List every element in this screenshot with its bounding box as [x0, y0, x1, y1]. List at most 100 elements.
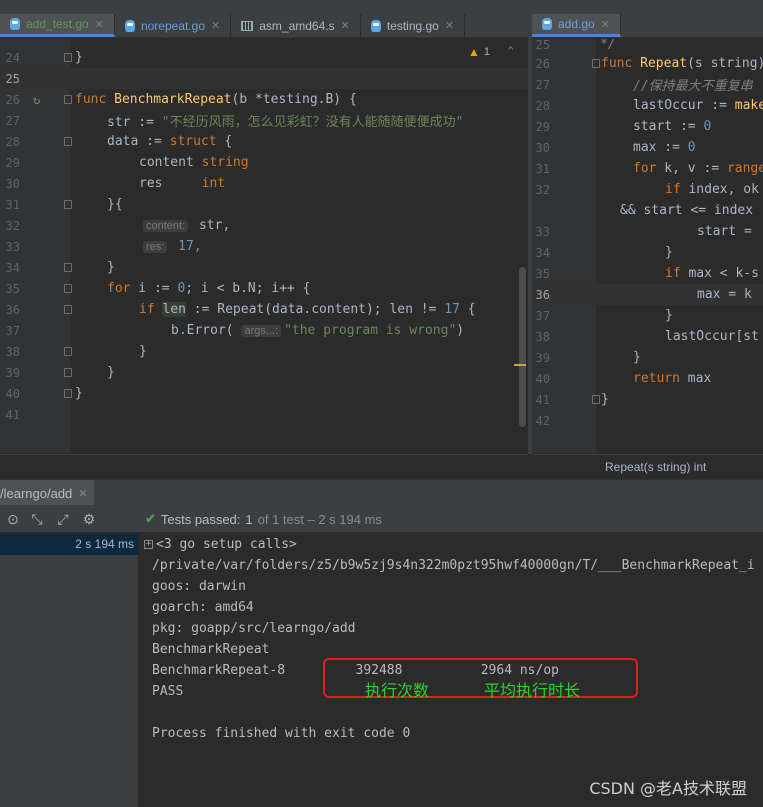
code-line: 34 } — [532, 242, 763, 263]
show-passed-icon[interactable]: ⊙ — [4, 510, 22, 528]
code-line: 38 lastOccur[st — [532, 326, 763, 347]
fold-marker-icon[interactable] — [64, 200, 72, 209]
line-number: 27 — [535, 77, 550, 92]
annotation-run-count: 执行次数 — [365, 681, 430, 700]
code-line: 37 b.Error( args...: "the program is wron… — [0, 320, 528, 341]
line-number: 25 — [5, 71, 20, 86]
code-text: lastOccur := make — [633, 98, 763, 113]
code-text: //保持最大不重复串 — [633, 79, 753, 94]
run-config-label: /learngo/add — [0, 485, 73, 501]
run-config-tab[interactable]: /learngo/add ✕ — [0, 480, 94, 506]
code-text: } — [107, 260, 115, 275]
tests-passed-label: Tests passed: — [160, 511, 241, 527]
code-text: for k, v := range — [633, 161, 763, 176]
close-icon[interactable]: ✕ — [78, 487, 87, 500]
code-line: 27 //保持最大不重复串 — [532, 74, 763, 95]
line-number: 25 — [535, 39, 550, 52]
code-line: 33 start = — [532, 221, 763, 242]
code-line: 41 } — [532, 389, 763, 410]
code-line: 38 } — [0, 341, 528, 362]
line-number: 41 — [5, 407, 20, 422]
expand-all-icon[interactable]: ⤢ — [54, 510, 72, 528]
fold-marker-icon[interactable] — [64, 347, 72, 356]
close-icon[interactable]: ✕ — [601, 18, 610, 31]
fold-marker-icon[interactable] — [64, 284, 72, 293]
breadcrumb[interactable]: Repeat(s string) int — [532, 454, 763, 478]
code-line: 37 } — [532, 305, 763, 326]
console-line: goarch: amd64 — [152, 600, 254, 615]
fold-marker-icon[interactable] — [64, 53, 72, 62]
left-editor-tabbar: add_test.go ✕ norepeat.go ✕ asm_amd64.s … — [0, 14, 528, 38]
code-text: } — [665, 245, 673, 260]
fold-marker-icon[interactable] — [64, 263, 72, 272]
code-line: 32 if index, ok — [532, 179, 763, 200]
test-runner-toolbar: ⊙ ⤡ ⤢ ⚙ ✔ Tests passed: 1 of 1 test – 2 … — [0, 505, 763, 533]
collapse-all-icon[interactable]: ⤡ — [28, 510, 46, 528]
line-number: 27 — [5, 113, 20, 128]
fold-marker-icon[interactable] — [592, 395, 600, 404]
right-code-editor[interactable]: 25 */ 26 func Repeat(s string) 27 //保持最大… — [532, 39, 763, 453]
run-test-gutter-icon[interactable]: ↻ — [33, 93, 40, 107]
expand-icon[interactable]: + — [144, 540, 153, 549]
code-line-current: 36 max = k — [532, 284, 763, 305]
test-tree-item[interactable]: 2 s 194 ms — [0, 534, 139, 555]
code-line: 33 res: 17, — [0, 236, 528, 257]
fold-marker-icon[interactable] — [64, 305, 72, 314]
code-line: 40 } — [0, 383, 528, 404]
editor-footer — [0, 454, 528, 478]
tab-add-test-go[interactable]: add_test.go ✕ — [0, 14, 115, 37]
fold-marker-icon[interactable] — [64, 389, 72, 398]
tab-testing-go[interactable]: testing.go ✕ — [361, 14, 466, 37]
code-text: res: 17, — [143, 239, 202, 254]
close-icon[interactable]: ✕ — [211, 19, 220, 32]
gear-icon[interactable]: ⚙ — [80, 510, 98, 528]
annotation-avg-time: 平均执行时长 — [484, 681, 581, 700]
code-text: func BenchmarkRepeat(b *testing.B) { — [75, 92, 357, 107]
code-text: str := "不经历风雨，怎么见彩虹？没有人能随随便便成功" — [107, 115, 464, 130]
code-text: data := struct { — [107, 134, 233, 149]
code-line: 39 } — [532, 347, 763, 368]
code-line: 42 — [532, 410, 763, 431]
fold-marker-icon[interactable] — [64, 368, 72, 377]
line-number: 32 — [535, 182, 550, 197]
code-line: 30 res int — [0, 173, 528, 194]
code-line: 24 } — [0, 47, 528, 68]
code-line: 40 return max — [532, 368, 763, 389]
line-number: 34 — [5, 260, 20, 275]
close-icon[interactable]: ✕ — [445, 19, 454, 32]
close-icon[interactable]: ✕ — [95, 18, 104, 31]
console-folded-line[interactable]: + <3 go setup calls> — [144, 534, 297, 555]
fold-marker-icon[interactable] — [64, 137, 72, 146]
tab-norepeat-go[interactable]: norepeat.go ✕ — [115, 14, 232, 37]
asm-file-icon — [241, 20, 254, 31]
vertical-scrollbar[interactable] — [519, 267, 526, 427]
tab-add-go[interactable]: add.go ✕ — [532, 14, 621, 37]
code-line: 29 content string — [0, 152, 528, 173]
line-number: 26 — [5, 92, 20, 107]
code-line-current: 25 — [0, 68, 528, 89]
console-line: PASS — [152, 684, 184, 699]
parameter-hint: content: — [143, 220, 189, 232]
code-line: 29 start := 0 — [532, 116, 763, 137]
line-number: 38 — [535, 329, 550, 344]
close-icon[interactable]: ✕ — [341, 19, 350, 32]
line-number: 36 — [535, 287, 550, 302]
console-line: pkg: goapp/src/learngo/add — [152, 621, 356, 636]
tab-asm-amd64-s[interactable]: asm_amd64.s ✕ — [231, 14, 361, 37]
line-number: 36 — [5, 302, 20, 317]
code-line: 26 func Repeat(s string) — [532, 53, 763, 74]
code-text: content: str, — [143, 218, 230, 233]
scroll-marker — [514, 364, 526, 366]
code-line: 32 content: str, — [0, 215, 528, 236]
console-output[interactable]: + <3 go setup calls> /private/var/folder… — [140, 534, 763, 807]
code-line: 39 } — [0, 362, 528, 383]
left-code-editor[interactable]: ▲ 1 ⌃ 24 } 25 26 ↻ func BenchmarkRepeat(… — [0, 39, 528, 453]
code-text: } — [75, 50, 83, 65]
fold-marker-icon[interactable] — [64, 95, 72, 104]
fold-marker-icon[interactable] — [592, 59, 600, 68]
code-text: && start <= index — [620, 203, 754, 218]
right-editor-tabbar: add.go ✕ — [532, 14, 763, 38]
code-text: if max < k-s — [665, 266, 759, 281]
code-line: 30 max := 0 — [532, 137, 763, 158]
tab-label: add_test.go — [26, 17, 89, 31]
